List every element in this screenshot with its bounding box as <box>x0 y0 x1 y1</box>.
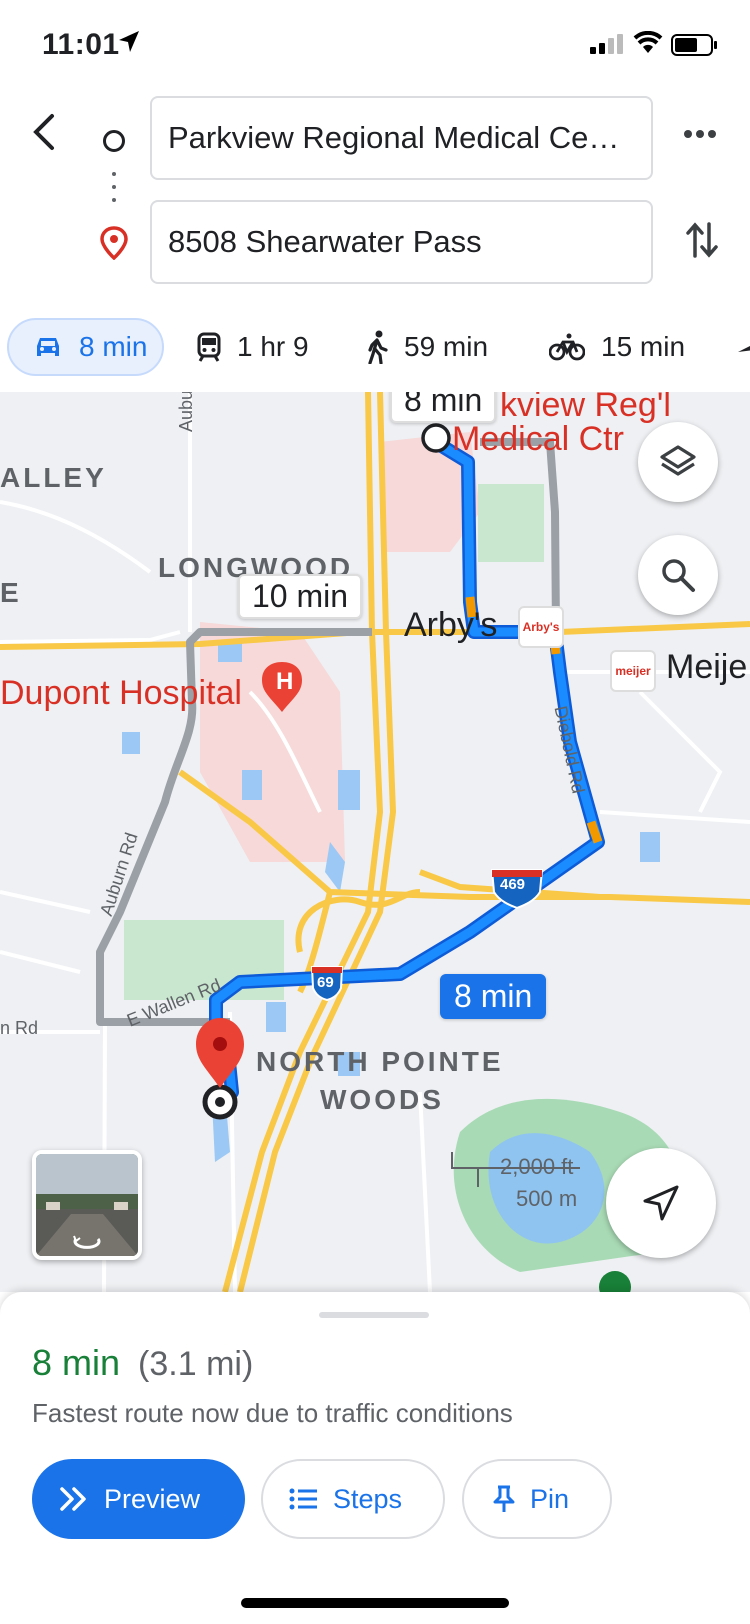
destination-pin-icon <box>100 226 128 260</box>
route-time-start[interactable]: 8 min <box>390 392 497 423</box>
navigation-arrow-icon <box>643 1185 679 1221</box>
route-distance: (3.1 mi) <box>138 1345 254 1383</box>
interstate-69-label: 69 <box>317 974 334 991</box>
battery-icon <box>671 34 717 56</box>
label-auburn-top: Aubu <box>176 392 196 432</box>
label-rd-left: n Rd <box>0 1018 39 1038</box>
cellular-signal-icon <box>590 34 623 54</box>
bicycle-icon <box>549 333 585 361</box>
label-parkview-2: Medical Ctr <box>452 420 624 458</box>
label-meijer[interactable]: Meije <box>666 648 747 687</box>
interstate-469-label: 469 <box>500 876 526 893</box>
route-time-main[interactable]: 8 min <box>440 974 547 1019</box>
route-dots-icon <box>112 172 116 211</box>
search-along-route-button[interactable] <box>638 535 718 615</box>
origin-field[interactable]: Parkview Regional Medical Cent... <box>150 96 653 180</box>
street-view-thumbnail[interactable] <box>32 1150 142 1260</box>
directions-header: Parkview Regional Medical Cent... 8508 S… <box>0 92 750 302</box>
walking-icon <box>368 330 388 364</box>
back-arrow-icon[interactable] <box>26 112 66 152</box>
steps-button-label: Steps <box>333 1483 403 1514</box>
scale-metric: 500 m <box>516 1186 578 1211</box>
pond <box>266 1002 286 1032</box>
status-time: 11:01 <box>42 28 120 61</box>
route-summary-sheet: 8 min (3.1 mi) Fastest route now due to … <box>0 1292 750 1624</box>
destination-field[interactable]: 8508 Shearwater Pass <box>150 200 653 284</box>
layers-icon <box>660 445 696 476</box>
tab-transit[interactable]: 1 hr 9 <box>197 318 309 376</box>
location-arrow-icon <box>119 31 139 52</box>
pushpin-icon <box>493 1485 515 1512</box>
origin-text: Parkview Regional Medical Cent... <box>168 120 635 155</box>
steps-button[interactable]: Steps <box>261 1459 445 1539</box>
tab-drive[interactable]: 8 min <box>7 318 164 376</box>
label-north-pointe: NORTH POINTE <box>256 1046 504 1077</box>
tab-drive-label: 8 min <box>79 331 148 362</box>
car-icon <box>37 338 59 356</box>
swap-directions-icon[interactable] <box>686 220 718 260</box>
destination-text: 8508 Shearwater Pass <box>168 224 482 259</box>
hospital-icon: H <box>276 668 294 695</box>
double-chevron-icon <box>60 1487 86 1511</box>
label-valley: ALLEY <box>0 462 107 493</box>
map-view[interactable]: ALLEY E LONGWOOD kview Reg'l Medical Ctr… <box>0 392 750 1292</box>
pin-button-label: Pin <box>530 1483 570 1514</box>
tab-walk-label: 59 min <box>404 331 489 362</box>
home-indicator[interactable] <box>241 1598 509 1608</box>
preview-button-label: Preview <box>104 1483 201 1514</box>
train-icon <box>197 332 221 362</box>
label-arbys[interactable]: Arby's <box>404 606 497 645</box>
pond <box>338 770 360 810</box>
park-area <box>478 484 544 562</box>
label-dupont-hospital[interactable]: Dupont Hospital <box>0 674 242 713</box>
scale-imperial: 2,000 ft <box>500 1154 574 1179</box>
flight-icon <box>738 346 750 352</box>
route-note: Fastest route now due to traffic conditi… <box>32 1398 513 1428</box>
origin-circle-icon <box>103 130 125 152</box>
label-woods: WOODS <box>320 1084 444 1115</box>
layers-button[interactable] <box>638 422 718 502</box>
list-icon <box>289 1488 317 1510</box>
status-bar: 11:01 <box>0 0 750 92</box>
tab-more-modes[interactable] <box>734 318 750 376</box>
pond <box>242 770 262 800</box>
route-time-alternate[interactable]: 10 min <box>238 574 363 619</box>
tab-bike[interactable]: 15 min <box>549 318 685 376</box>
pond <box>640 832 660 862</box>
preview-button[interactable]: Preview <box>32 1459 245 1539</box>
pond <box>122 732 140 754</box>
arbys-logo-icon[interactable]: Arby's <box>518 606 564 648</box>
label-e-fragment: E <box>0 577 22 608</box>
street-view-image <box>36 1154 138 1256</box>
travel-mode-tabs: 8 min 1 hr 9 59 min 15 min <box>0 318 750 386</box>
tab-transit-label: 1 hr 9 <box>237 331 309 362</box>
pin-button[interactable]: Pin <box>462 1459 612 1539</box>
route-duration: 8 min <box>32 1342 121 1383</box>
origin-marker <box>421 423 451 453</box>
more-options-icon[interactable] <box>684 130 720 142</box>
my-location-button[interactable] <box>606 1148 716 1258</box>
map-scale: 2,000 ft 500 m <box>450 1154 577 1212</box>
wifi-icon <box>633 31 663 53</box>
search-icon <box>662 559 695 592</box>
route-summary: 8 min (3.1 mi) <box>32 1342 253 1384</box>
sheet-drag-handle[interactable] <box>319 1312 429 1318</box>
meijer-logo-icon[interactable]: meijer <box>610 650 656 692</box>
tab-walk[interactable]: 59 min <box>366 318 488 376</box>
tab-bike-label: 15 min <box>601 331 686 362</box>
